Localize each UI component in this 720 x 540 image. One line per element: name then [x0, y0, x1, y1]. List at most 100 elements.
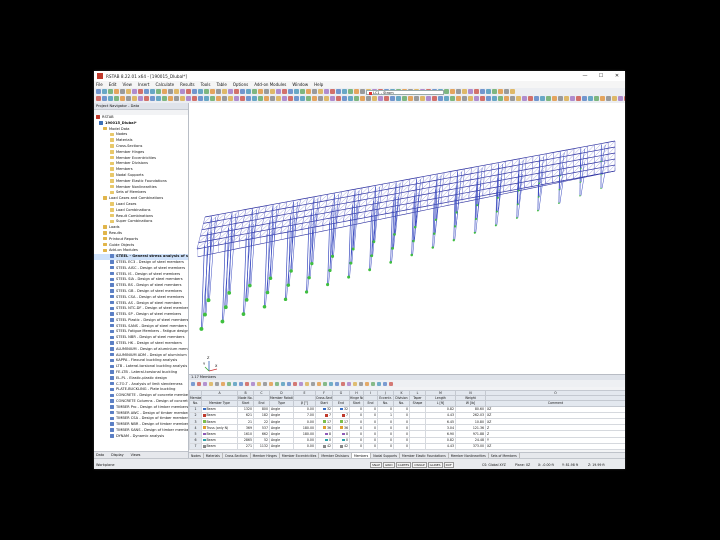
toggle-dxf[interactable]: DXF: [443, 462, 454, 468]
toolbar-icon[interactable]: [108, 96, 113, 101]
table-cell[interactable]: 42: [315, 442, 333, 450]
toolbar-icon[interactable]: [222, 96, 227, 101]
toolbar-icon[interactable]: [156, 96, 161, 101]
toolbar-icon[interactable]: [102, 89, 107, 94]
toolbar-icon[interactable]: [396, 96, 401, 101]
table-toolbar-icon[interactable]: [257, 381, 261, 386]
toolbar-icon[interactable]: [156, 89, 161, 94]
toolbar-icon[interactable]: [582, 96, 587, 101]
toolbar-icon[interactable]: [294, 96, 299, 101]
toolbar-icon[interactable]: [360, 89, 365, 94]
toolbar-icon[interactable]: [234, 89, 239, 94]
toolbar-icon[interactable]: [252, 96, 257, 101]
toolbar-icon[interactable]: [132, 96, 137, 101]
toolbar-icon[interactable]: [318, 96, 323, 101]
toolbar-icon[interactable]: [276, 96, 281, 101]
toolbar-icon[interactable]: [198, 96, 203, 101]
toolbar-icon[interactable]: [354, 89, 359, 94]
toolbar-icon[interactable]: [510, 96, 515, 101]
toolbar-icon[interactable]: [564, 96, 569, 101]
table-toolbar-icon[interactable]: [377, 381, 381, 386]
toolbar-icon[interactable]: [264, 89, 269, 94]
table-cell[interactable]: 1132: [253, 442, 270, 450]
menu-add-on-modules[interactable]: Add-on Modules: [254, 82, 286, 87]
toolbar-icon[interactable]: [576, 96, 581, 101]
toolbar-icon[interactable]: [102, 96, 107, 101]
toolbar-icon[interactable]: [474, 89, 479, 94]
toolbar-icon[interactable]: [282, 89, 287, 94]
toolbar-icon[interactable]: [450, 89, 455, 94]
toolbar-icon[interactable]: [570, 96, 575, 101]
toolbar-icon[interactable]: [264, 96, 269, 101]
menu-edit[interactable]: Edit: [109, 82, 117, 87]
table-toolbar-icon[interactable]: [191, 381, 195, 386]
toolbar-icon[interactable]: [366, 96, 371, 101]
toolbar-icon[interactable]: [252, 89, 257, 94]
toolbar-icon[interactable]: [186, 96, 191, 101]
load-case-select[interactable]: LC1 - Strom: [366, 90, 444, 95]
table-toolbar-icon[interactable]: [383, 381, 387, 386]
toolbar-icon[interactable]: [558, 96, 563, 101]
toolbar-icon[interactable]: [480, 96, 485, 101]
table-toolbar-icon[interactable]: [227, 381, 231, 386]
toolbar-icon[interactable]: [246, 89, 251, 94]
toolbar-icon[interactable]: [126, 96, 131, 101]
toolbar-icon[interactable]: [462, 89, 467, 94]
maximize-button[interactable]: ☐: [593, 71, 609, 81]
toolbar-icon[interactable]: [624, 96, 625, 101]
toolbar-icon[interactable]: [480, 89, 485, 94]
table-cell[interactable]: 4.43: [425, 442, 456, 450]
table-toolbar-icon[interactable]: [263, 381, 267, 386]
toolbar-icon[interactable]: [468, 96, 473, 101]
toolbar-icon[interactable]: [258, 89, 263, 94]
table-toolbar-icon[interactable]: [299, 381, 303, 386]
toolbar-icon[interactable]: [378, 96, 383, 101]
table-toolbar-icon[interactable]: [203, 381, 207, 386]
table-toolbar-icon[interactable]: [365, 381, 369, 386]
toolbar-icon[interactable]: [348, 89, 353, 94]
table-cell[interactable]: 0: [377, 442, 394, 450]
toolbar-icon[interactable]: [540, 96, 545, 101]
menu-file[interactable]: File: [96, 82, 103, 87]
table-cell[interactable]: 7: [189, 442, 202, 450]
model-viewport[interactable]: X Y Z: [189, 103, 625, 374]
table-toolbar-icon[interactable]: [389, 381, 393, 386]
toolbar-icon[interactable]: [204, 89, 209, 94]
table-cell[interactable]: 0.00: [293, 442, 316, 450]
toolbar-icon[interactable]: [210, 96, 215, 101]
toolbar-icon[interactable]: [414, 96, 419, 101]
toolbar-icon[interactable]: [162, 96, 167, 101]
table-toolbar-icon[interactable]: [215, 381, 219, 386]
toolbar-icon[interactable]: [300, 89, 305, 94]
menu-table[interactable]: Table: [216, 82, 226, 87]
toolbar-icon[interactable]: [330, 89, 335, 94]
table-cell[interactable]: [409, 442, 426, 450]
table-toolbar-icon[interactable]: [311, 381, 315, 386]
menu-calculate[interactable]: Calculate: [155, 82, 174, 87]
menu-view[interactable]: View: [122, 82, 132, 87]
table-toolbar-icon[interactable]: [347, 381, 351, 386]
toolbar-icon[interactable]: [192, 96, 197, 101]
toolbar-icon[interactable]: [204, 96, 209, 101]
toolbar-icon[interactable]: [216, 96, 221, 101]
toolbar-icon[interactable]: [468, 89, 473, 94]
toolbar-icon[interactable]: [432, 96, 437, 101]
toolbar-icon[interactable]: [132, 89, 137, 94]
toolbar-icon[interactable]: [348, 96, 353, 101]
menu-results[interactable]: Results: [180, 82, 194, 87]
toolbar-icon[interactable]: [144, 96, 149, 101]
toggle-osnap[interactable]: OSNAP: [412, 462, 427, 468]
table-toolbar-icon[interactable]: [359, 381, 363, 386]
toolbar-icon[interactable]: [360, 96, 365, 101]
toolbar-icon[interactable]: [450, 96, 455, 101]
toolbar-icon[interactable]: [456, 89, 461, 94]
toolbar-icon[interactable]: [546, 96, 551, 101]
toolbar-icon[interactable]: [438, 96, 443, 101]
toolbar-icon[interactable]: [600, 96, 605, 101]
toolbar-icon[interactable]: [276, 89, 281, 94]
toolbar-icon[interactable]: [492, 89, 497, 94]
toolbar-icon[interactable]: [216, 89, 221, 94]
toolbar-icon[interactable]: [408, 96, 413, 101]
table-cell[interactable]: 0: [349, 442, 364, 450]
toolbar-icon[interactable]: [240, 96, 245, 101]
